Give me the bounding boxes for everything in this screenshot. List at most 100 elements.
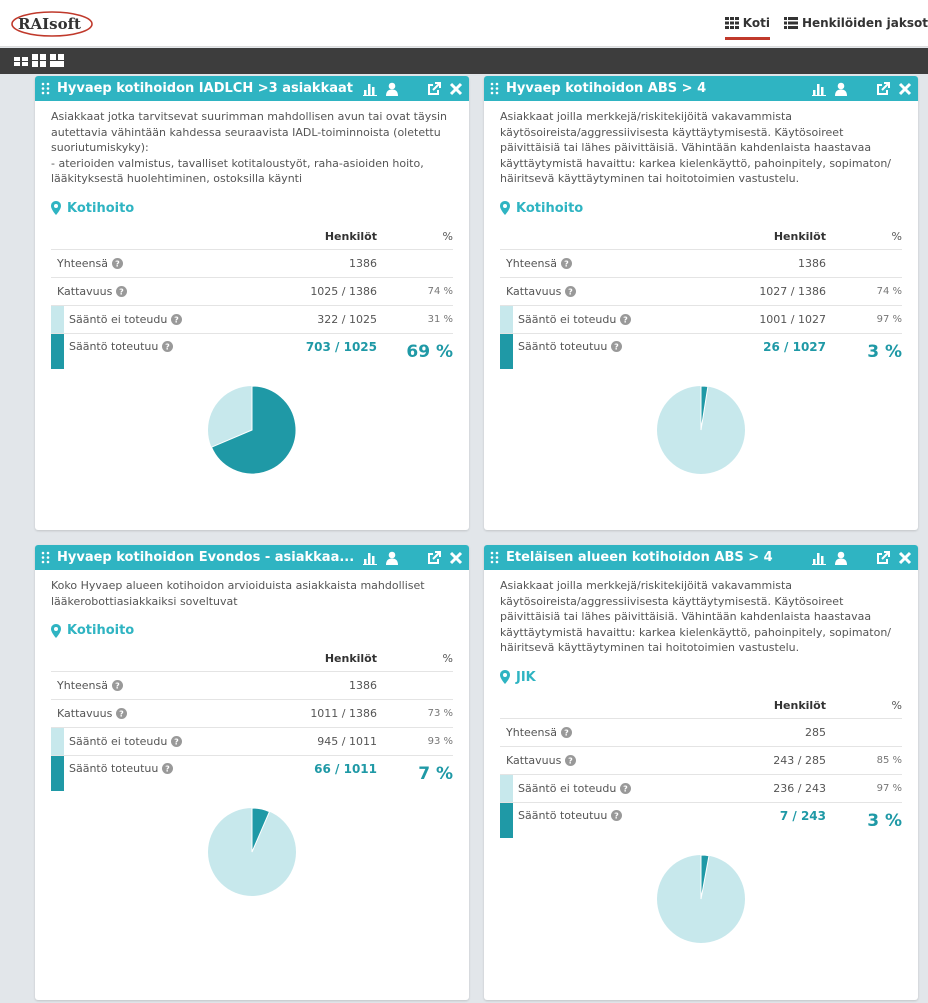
help-icon[interactable]: ? <box>111 257 123 269</box>
help-icon[interactable]: ? <box>565 754 577 766</box>
open-external-icon[interactable] <box>427 81 441 96</box>
svg-text:?: ? <box>119 710 124 719</box>
rule-not-met-value: 945 / 1011 <box>317 735 377 748</box>
card-header[interactable]: Hyvaep kotihoidon Evondos - asiakkaa... <box>35 545 469 570</box>
rule-not-met-legend-bar <box>500 774 513 802</box>
help-icon[interactable]: ? <box>620 782 632 794</box>
percent-header: % <box>891 698 902 712</box>
rule-met-label: Sääntö toteutuu <box>69 762 159 775</box>
layout-four-small-icon[interactable] <box>14 54 28 67</box>
open-external-icon[interactable] <box>427 550 441 565</box>
help-icon[interactable]: ? <box>620 313 632 325</box>
svg-text:?: ? <box>564 259 569 268</box>
person-icon[interactable] <box>834 82 848 96</box>
coverage-percent: 85 % <box>876 754 902 766</box>
help-icon[interactable]: ? <box>111 680 123 691</box>
help-icon[interactable]: ? <box>171 736 183 747</box>
rule-not-met-percent: 31 % <box>427 313 453 325</box>
total-label: Yhteensä <box>57 256 108 270</box>
card-title: Hyvaep kotihoidon Evondos - asiakkaa... <box>57 550 355 565</box>
rule-card-4: Eteläisen alueen kotihoidon ABS > 4 Asia… <box>484 545 918 1000</box>
help-icon[interactable]: ? <box>171 313 183 325</box>
layout-four-icon[interactable] <box>32 54 46 67</box>
rule-pie-chart[interactable] <box>207 384 297 475</box>
bar-chart-icon[interactable] <box>363 551 377 565</box>
help-icon[interactable]: ? <box>116 708 128 719</box>
location-heading: Kotihoito <box>51 201 453 216</box>
help-icon[interactable]: ? <box>560 726 572 738</box>
open-external-icon[interactable] <box>876 81 890 96</box>
card-header[interactable]: Eteläisen alueen kotihoidon ABS > 4 <box>484 545 918 570</box>
close-icon[interactable] <box>898 82 912 96</box>
drag-handle-icon[interactable] <box>41 551 51 564</box>
rule-not-met-label: Sääntö ei toteudu <box>518 312 617 326</box>
coverage-label: Kattavuus <box>57 284 113 298</box>
bar-chart-icon[interactable] <box>812 82 826 96</box>
help-icon[interactable]: ? <box>611 809 623 821</box>
nav-henkiloiden-jaksot[interactable]: Henkilöiden jaksot <box>783 16 928 37</box>
coverage-row: Kattavuus? 243 / 285 85 % <box>500 745 902 774</box>
coverage-value: 243 / 285 <box>773 753 826 767</box>
help-icon[interactable]: ? <box>611 340 623 352</box>
person-icon[interactable] <box>385 82 399 96</box>
coverage-value: 1011 / 1386 <box>310 707 377 720</box>
location-heading: Kotihoito <box>51 623 453 638</box>
stats-header-row: Henkilöt% <box>51 646 453 671</box>
rule-met-value[interactable]: 66 / 1011 <box>273 762 383 776</box>
percent-header: % <box>891 229 902 243</box>
stats-table: Henkilöt% Yhteensä? 285 Kattavuus? 243 / 2… <box>500 693 902 838</box>
close-icon[interactable] <box>449 551 463 565</box>
drag-handle-icon[interactable] <box>490 82 500 95</box>
help-icon[interactable]: ? <box>565 285 577 297</box>
help-icon[interactable]: ? <box>162 763 174 774</box>
percent-header: % <box>442 652 453 665</box>
rule-pie-chart[interactable] <box>656 384 746 475</box>
svg-text:?: ? <box>568 756 573 765</box>
drag-handle-icon[interactable] <box>41 82 51 95</box>
rule-not-met-label: Sääntö ei toteudu <box>69 312 168 326</box>
open-external-icon[interactable] <box>876 550 890 565</box>
stats-header-row: Henkilöt% <box>500 693 902 718</box>
svg-text:?: ? <box>615 342 620 351</box>
rule-met-row: Sääntö toteutuu? 703 / 1025 69 % <box>51 332 453 369</box>
list-icon <box>783 17 798 29</box>
rule-met-percent: 7 % <box>418 764 453 784</box>
total-row: Yhteensä? 1386 <box>500 248 902 277</box>
layout-three-icon[interactable] <box>50 54 64 67</box>
card-header[interactable]: Hyvaep kotihoidon IADLCH >3 asiakkaat <box>35 76 469 101</box>
svg-text:?: ? <box>175 738 180 747</box>
rule-card-3: Hyvaep kotihoidon Evondos - asiakkaa... … <box>35 545 469 1000</box>
grid-icon <box>724 17 739 29</box>
help-icon[interactable]: ? <box>116 285 128 297</box>
person-icon[interactable] <box>385 551 399 565</box>
rule-met-value[interactable]: 7 / 243 <box>722 809 832 823</box>
layout-toolbar <box>0 48 928 74</box>
svg-text:?: ? <box>624 315 629 324</box>
rule-pie-chart[interactable] <box>207 807 297 897</box>
rule-met-legend-bar <box>51 333 64 369</box>
svg-text:?: ? <box>115 259 120 268</box>
stats-table: Henkilöt% Yhteensä? 1386 Kattavuus? 1027 /… <box>500 224 902 369</box>
coverage-percent: 74 % <box>427 285 453 297</box>
location-label: Kotihoito <box>67 623 135 638</box>
nav-koti[interactable]: Koti <box>724 16 770 40</box>
rule-pie-chart[interactable] <box>656 853 746 944</box>
location-heading: JIK <box>500 670 902 685</box>
rule-met-row: Sääntö toteutuu? 7 / 243 3 % <box>500 801 902 838</box>
rule-not-met-value: 322 / 1025 <box>317 312 377 326</box>
rule-met-value[interactable]: 703 / 1025 <box>273 340 383 354</box>
total-label: Yhteensä <box>506 725 557 739</box>
bar-chart-icon[interactable] <box>363 82 377 96</box>
rule-met-value[interactable]: 26 / 1027 <box>722 340 832 354</box>
close-icon[interactable] <box>449 82 463 96</box>
persons-header: Henkilöt <box>324 652 377 665</box>
help-icon[interactable]: ? <box>162 340 174 352</box>
person-icon[interactable] <box>834 551 848 565</box>
bar-chart-icon[interactable] <box>812 551 826 565</box>
rule-not-met-value: 1001 / 1027 <box>759 312 826 326</box>
card-header[interactable]: Hyvaep kotihoidon ABS > 4 <box>484 76 918 101</box>
help-icon[interactable]: ? <box>560 257 572 269</box>
raisoft-logo[interactable]: RAIsoft <box>10 10 94 38</box>
close-icon[interactable] <box>898 551 912 565</box>
drag-handle-icon[interactable] <box>490 551 500 564</box>
